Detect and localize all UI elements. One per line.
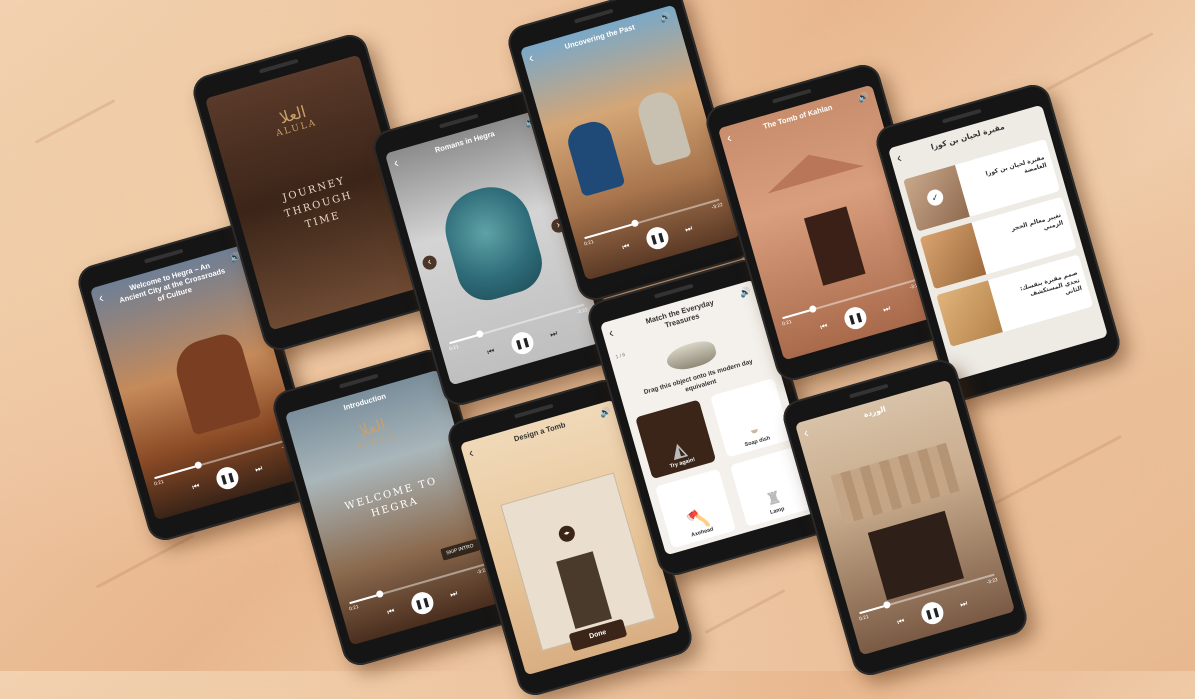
volume-icon[interactable]: 🔊 <box>739 286 753 300</box>
sand-streak <box>704 589 786 634</box>
prev-icon[interactable]: ⏮ <box>819 321 829 333</box>
speaker <box>771 88 812 104</box>
top-bar: ‹ الوردة <box>795 380 958 457</box>
list-thumb <box>936 280 1003 348</box>
skip-intro-button[interactable]: SKIP INTRO <box>439 538 481 561</box>
next-icon[interactable]: ⏭ <box>254 463 264 475</box>
artifact-image <box>436 177 550 308</box>
tomb-door <box>803 206 866 286</box>
screen-title: Design a Tomb <box>512 420 567 444</box>
back-icon[interactable]: ‹ <box>527 50 535 66</box>
check-icon: ✓ <box>925 187 946 208</box>
screen-title: The Tomb of Kahlan <box>762 102 834 131</box>
speaker <box>848 383 889 399</box>
sand-streak <box>988 434 1122 509</box>
archaeologist-figure <box>563 117 626 198</box>
pause-button[interactable]: ❚❚ <box>643 224 672 252</box>
speaker <box>941 108 982 124</box>
sand-streak <box>1046 32 1154 91</box>
speaker <box>143 248 184 264</box>
list-item-label: مقبرة لحيان بن كوزا الغامضة <box>984 154 1048 178</box>
pause-button[interactable]: ❚❚ <box>841 304 870 332</box>
prev-icon[interactable]: ⏮ <box>191 481 201 493</box>
list-item-label: تغيير معالم الحجر الزمني <box>1010 211 1065 233</box>
next-icon[interactable]: ⏭ <box>882 303 892 315</box>
speaker <box>258 58 299 74</box>
speaker <box>338 373 379 389</box>
archaeologist-figure <box>634 88 692 167</box>
list-thumb <box>919 222 987 290</box>
prev-icon[interactable]: ⏮ <box>386 606 396 618</box>
prev-icon[interactable]: ⏮ <box>896 616 906 628</box>
speaker <box>438 113 479 129</box>
top-bar: ‹ Uncovering the Past 🔊 <box>520 5 683 82</box>
option-card-soap-dish[interactable]: ◒ Soap dish <box>710 377 792 458</box>
volume-icon[interactable]: 🔊 <box>599 406 613 420</box>
back-icon[interactable]: ‹ <box>725 130 733 146</box>
back-icon[interactable]: ‹ <box>895 150 903 166</box>
back-icon[interactable]: ‹ <box>467 445 475 461</box>
next-icon[interactable]: ⏭ <box>684 223 694 235</box>
speaker <box>653 283 694 299</box>
pause-button[interactable]: ❚❚ <box>918 599 947 627</box>
screen-title: مقبرة لحيان بن كوزا <box>929 121 1006 152</box>
phone-wardah: ‹ الوردة 0:21 -3:22 ⏮ ❚❚ ⏭ <box>779 355 1031 680</box>
speaker <box>513 403 554 419</box>
sand-streak <box>34 99 116 144</box>
phone-arabic-list: ‹ مقبرة لحيان بن كوزا ✓ مقبرة لحيان بن ك… <box>872 80 1124 405</box>
sand-streak <box>95 534 195 589</box>
intro-headline: WELCOME TO HEGRA <box>343 475 439 520</box>
volume-icon[interactable]: 🔊 <box>857 91 871 105</box>
pause-button[interactable]: ❚❚ <box>213 464 242 492</box>
screen-title: Introduction <box>342 391 387 413</box>
list-item-label: صمم مقبرة بنفسك: تحدي المستكشف الثاني <box>1019 269 1083 298</box>
top-bar: ‹ Romans in Hegra 🔊 <box>385 110 548 187</box>
top-bar: ‹ Welcome to Hegra – An Ancient City at … <box>90 245 256 333</box>
next-icon[interactable]: ⏭ <box>959 598 969 610</box>
prev-icon[interactable]: ⏮ <box>486 346 496 358</box>
screen-title: Romans in Hegra <box>433 128 496 155</box>
tomb-rock <box>169 329 262 436</box>
back-icon[interactable]: ‹ <box>392 155 400 171</box>
option-card-try-again[interactable]: ◭ Try again! <box>635 399 717 480</box>
prev-image-button[interactable]: ‹ <box>420 253 439 272</box>
journey-headline: JOURNEY THROUGH TIME <box>281 175 354 231</box>
pause-button[interactable]: ❚❚ <box>508 329 537 357</box>
step-counter: 1 / 6 <box>615 352 627 361</box>
volume-icon[interactable]: 🔊 <box>659 11 673 25</box>
screen-title: Uncovering the Past <box>563 22 636 52</box>
next-icon[interactable]: ⏭ <box>449 588 459 600</box>
back-icon[interactable]: ‹ <box>802 425 810 441</box>
option-card-axehead[interactable]: 🪓 Axehead <box>654 468 737 549</box>
top-bar: ‹ Design a Tomb 🔊 <box>460 400 623 477</box>
next-icon[interactable]: ⏭ <box>549 328 559 340</box>
back-icon[interactable]: ‹ <box>97 290 105 306</box>
tomb-pediment <box>760 140 864 194</box>
prev-icon[interactable]: ⏮ <box>621 241 631 253</box>
speaker <box>573 8 614 24</box>
pause-button[interactable]: ❚❚ <box>408 589 437 617</box>
screen-title: Match the Everyday Treasures <box>644 297 715 330</box>
screen-title: Welcome to Hegra – An Ancient City at th… <box>118 260 227 305</box>
back-icon[interactable]: ‹ <box>607 325 615 341</box>
screen-wardah: ‹ الوردة 0:21 -3:22 ⏮ ❚❚ ⏭ <box>794 379 1016 656</box>
screen-title: الوردة <box>862 404 887 420</box>
